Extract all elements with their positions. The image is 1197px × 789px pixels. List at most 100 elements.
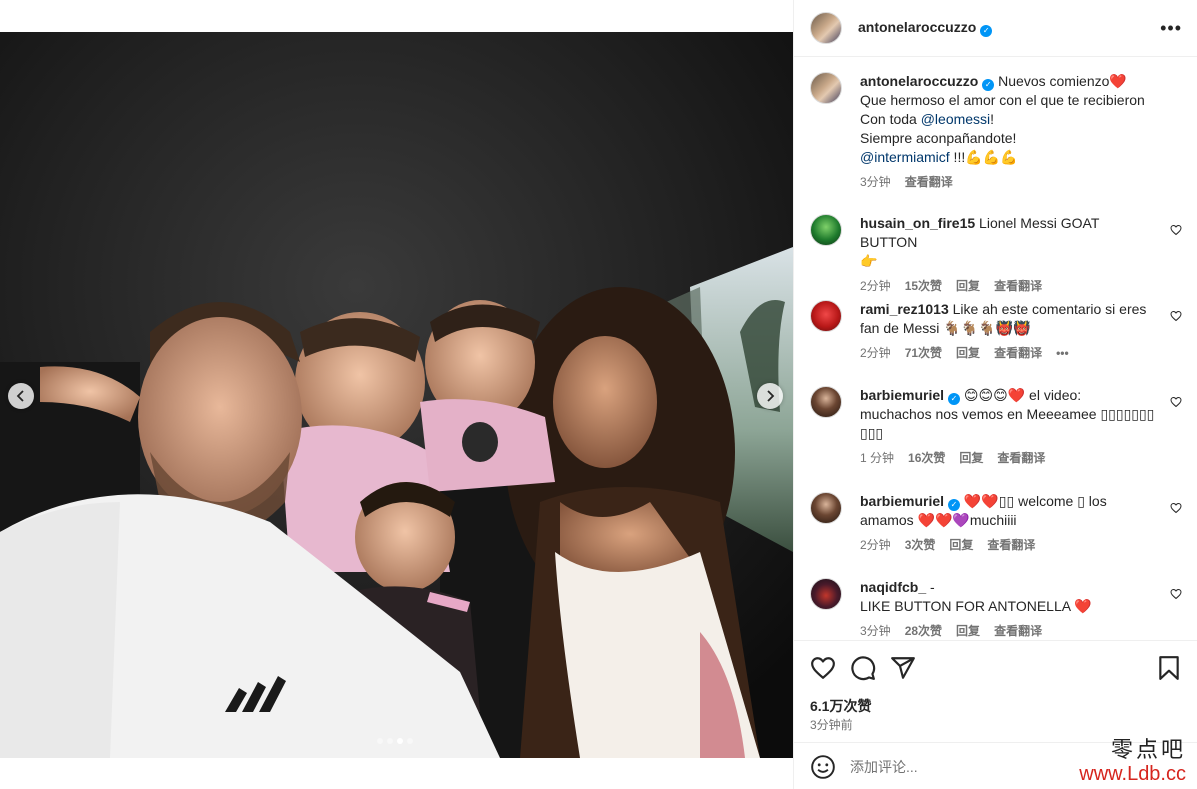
caption-line-2: Que hermoso el amor con el que te recibi…: [860, 92, 1145, 108]
caption-line-5-suffix: !!!💪💪💪: [949, 149, 1018, 165]
site-watermark: 零点吧 www.Ldb.cc: [1079, 738, 1186, 786]
commenter-username[interactable]: rami_rez1013: [860, 301, 949, 317]
caption-line-3-suffix: !: [990, 111, 995, 127]
caption-line-3-prefix: Con toda: [860, 111, 921, 127]
comment-input[interactable]: [850, 758, 1080, 775]
watermark-url: www.Ldb.cc: [1079, 763, 1186, 785]
more-options-button[interactable]: •••: [1160, 18, 1182, 38]
translate-link[interactable]: 查看翻译: [994, 279, 1042, 293]
commenter-avatar[interactable]: [810, 214, 842, 246]
carousel-dot-active: [397, 738, 403, 744]
carousel-prev-button[interactable]: [8, 383, 34, 409]
watermark-logo-text: 零点吧: [1110, 738, 1186, 763]
reply-button[interactable]: 回复: [959, 451, 983, 465]
mention-intermiamicf-link[interactable]: @intermiamicf: [860, 149, 950, 165]
comment-like-heart-icon[interactable]: [1170, 502, 1182, 514]
carousel-next-button[interactable]: [757, 383, 783, 409]
mention-leomessi-link[interactable]: @leomessi: [921, 111, 990, 127]
emoji-icon[interactable]: [810, 754, 836, 780]
photo-illustration: [0, 32, 793, 758]
comment-text-line-2: muchachos nos vemos en Meeeamee ▯▯▯▯▯▯▯: [860, 406, 1155, 422]
commenter-avatar[interactable]: [810, 578, 842, 610]
comment-like-heart-icon[interactable]: [1170, 224, 1182, 236]
comment-more-button[interactable]: •••: [1056, 346, 1069, 360]
comment-text-line-2: amamos ❤️❤️💜muchiiii: [860, 512, 1017, 528]
media-bottom-bar: [0, 758, 793, 789]
comment-like-heart-icon[interactable]: [1170, 310, 1182, 322]
translate-link[interactable]: 查看翻译: [997, 451, 1045, 465]
comment-item: husain_on_fire15 Lionel Messi GOAT BUTTO…: [810, 214, 1182, 293]
caption-entry: antonelaroccuzzo ✓ Nuevos comienzo❤️ Que …: [810, 72, 1182, 189]
post-photo[interactable]: [0, 32, 793, 758]
verified-badge-icon: ✓: [948, 393, 961, 405]
comment-text: ❤️❤️▯▯ welcome ▯ los: [963, 493, 1107, 509]
translate-link[interactable]: 查看翻译: [905, 175, 953, 189]
caption-line-1: Nuevos comienzo: [998, 73, 1110, 89]
carousel-dot: [387, 738, 393, 744]
commenter-avatar[interactable]: [810, 492, 842, 524]
translate-link[interactable]: 查看翻译: [987, 538, 1035, 552]
comment-time[interactable]: 3分钟: [860, 624, 891, 638]
comment-text-line-2: 👉: [860, 253, 878, 269]
media-top-bar: [0, 0, 793, 32]
comment-time[interactable]: 1 分钟: [860, 451, 894, 465]
carousel-indicator: [377, 738, 413, 744]
comment-icon[interactable]: [850, 655, 876, 681]
caption-line-4: Siempre aconpañandote!: [860, 130, 1017, 146]
post-media-area: [0, 0, 793, 789]
comment-like-count[interactable]: 28次赞: [905, 624, 942, 638]
comment-time[interactable]: 2分钟: [860, 538, 891, 552]
reply-button[interactable]: 回复: [956, 279, 980, 293]
commenter-avatar[interactable]: [810, 386, 842, 418]
author-username[interactable]: antonelaroccuzzo ✓: [858, 19, 993, 37]
comment-like-count[interactable]: 3次赞: [905, 538, 936, 552]
post-time[interactable]: 3分钟前: [810, 716, 853, 733]
comment-like-count[interactable]: 71次赞: [905, 346, 942, 360]
carousel-dot: [377, 738, 383, 744]
commenter-username[interactable]: naqidfcb_: [860, 579, 926, 595]
comment-time[interactable]: 2分钟: [860, 346, 891, 360]
reply-button[interactable]: 回复: [949, 538, 973, 552]
comment-like-count[interactable]: 15次赞: [905, 279, 942, 293]
comment-like-heart-icon[interactable]: [1170, 588, 1182, 600]
commenter-username[interactable]: barbiemuriel: [860, 493, 944, 509]
heart-emoji: ❤️: [1109, 73, 1127, 89]
commenter-avatar[interactable]: [810, 300, 842, 332]
author-avatar[interactable]: [810, 12, 842, 44]
reply-button[interactable]: 回复: [956, 624, 980, 638]
comment-like-count[interactable]: 16次赞: [908, 451, 945, 465]
translate-link[interactable]: 查看翻译: [994, 624, 1042, 638]
post-header: antonelaroccuzzo ✓ •••: [794, 0, 1197, 57]
comment-item: barbiemuriel ✓ ❤️❤️▯▯ welcome ▯ los amamo…: [810, 492, 1182, 552]
comment-text-line-2: LIKE BUTTON FOR ANTONELLA ❤️: [860, 598, 1092, 614]
verified-badge-icon: ✓: [980, 25, 993, 37]
likes-count[interactable]: 6.1万次赞: [810, 696, 871, 716]
comment-item: barbiemuriel ✓ 😊😊😊❤️ el video: muchachos …: [810, 386, 1182, 465]
commenter-username[interactable]: barbiemuriel: [860, 387, 944, 403]
bookmark-icon[interactable]: [1156, 655, 1182, 681]
comment-item: rami_rez1013 Like ah este comentario si …: [810, 300, 1182, 360]
translate-link[interactable]: 查看翻译: [994, 346, 1042, 360]
comment-text: 😊😊😊❤️ el video:: [963, 387, 1082, 403]
comment-item: naqidfcb_ - LIKE BUTTON FOR ANTONELLA ❤️…: [810, 578, 1182, 638]
comment-time[interactable]: 2分钟: [860, 279, 891, 293]
post-side-panel: antonelaroccuzzo ✓ ••• antonelaroccuzzo ✓ …: [793, 0, 1197, 789]
comment-text-line-3: ▯▯▯: [860, 425, 884, 441]
comment-like-heart-icon[interactable]: [1170, 396, 1182, 408]
comments-list[interactable]: antonelaroccuzzo ✓ Nuevos comienzo❤️ Que …: [794, 58, 1197, 640]
post-actions: 6.1万次赞 3分钟前 零点吧 www.Ldb.cc: [794, 640, 1197, 789]
chevron-right-icon: [767, 390, 775, 402]
verified-badge-icon: ✓: [948, 499, 961, 511]
caption-time[interactable]: 3分钟: [860, 175, 891, 189]
instagram-post-page: antonelaroccuzzo ✓ ••• antonelaroccuzzo ✓ …: [0, 0, 1197, 789]
commenter-username[interactable]: husain_on_fire15: [860, 215, 975, 231]
comment-text: Like ah este comentario si eres: [952, 301, 1147, 317]
verified-badge-icon: ✓: [982, 79, 995, 91]
action-bar: [810, 655, 1182, 681]
share-icon[interactable]: [890, 655, 916, 681]
heart-icon[interactable]: [810, 655, 836, 681]
reply-button[interactable]: 回复: [956, 346, 980, 360]
caption-avatar[interactable]: [810, 72, 842, 104]
caption-username[interactable]: antonelaroccuzzo: [860, 73, 978, 89]
carousel-dot: [407, 738, 413, 744]
